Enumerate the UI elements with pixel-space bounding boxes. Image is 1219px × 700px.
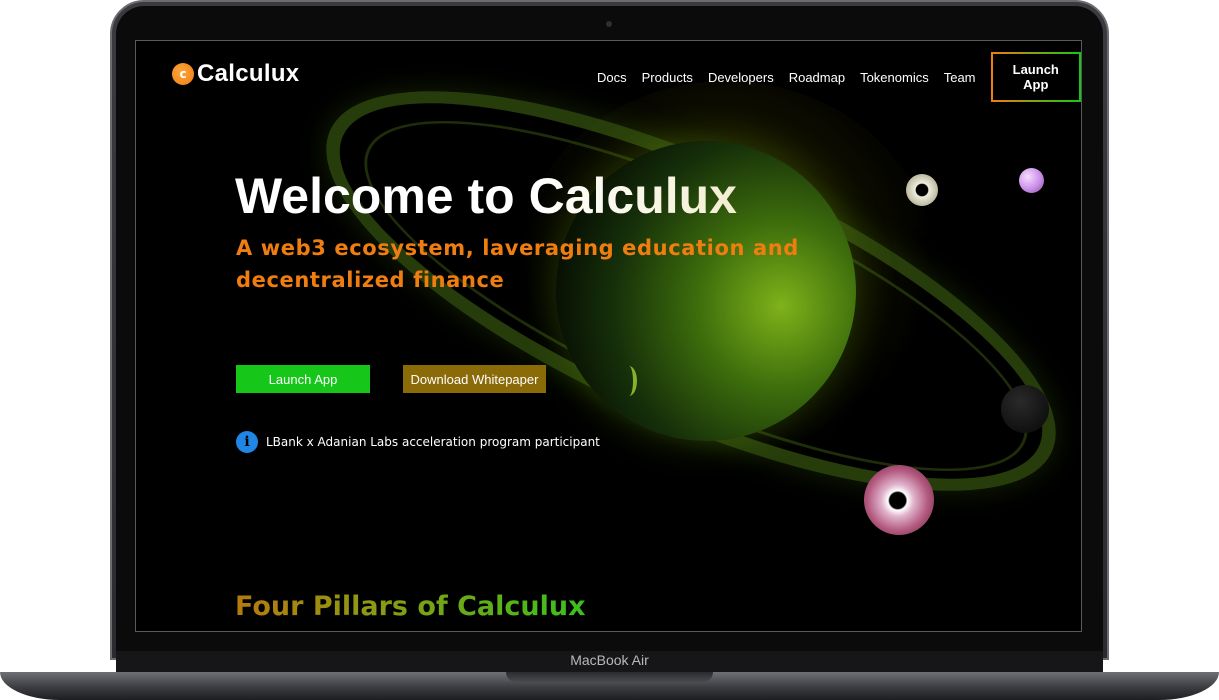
launch-app-button[interactable]: Launch App xyxy=(236,365,370,393)
logo-text: Calculux xyxy=(197,60,300,87)
nav-developers[interactable]: Developers xyxy=(708,70,774,85)
hero-subtitle: A web3 ecosystem, laveraging education a… xyxy=(236,236,799,292)
section-title: Four Pillars of Calculux xyxy=(235,591,586,622)
hero-title: Welcome to Calculux xyxy=(235,168,737,224)
nav-launch-app-button[interactable]: Launch App xyxy=(990,52,1081,102)
info-icon: i xyxy=(236,431,258,453)
nav-team[interactable]: Team xyxy=(944,70,976,85)
nav-roadmap[interactable]: Roadmap xyxy=(789,70,845,85)
laptop-notch xyxy=(506,672,713,682)
nav-products[interactable]: Products xyxy=(642,70,693,85)
program-notice: i LBank x Adanian Labs acceleration prog… xyxy=(236,431,600,453)
device-label: MacBook Air xyxy=(570,652,649,668)
sphere-dark-shape xyxy=(1001,385,1049,433)
camera-icon xyxy=(606,21,612,27)
nav-tokenomics[interactable]: Tokenomics xyxy=(860,70,929,85)
sphere-pink-shape xyxy=(1019,168,1044,193)
main-nav: Docs Products Developers Roadmap Tokenom… xyxy=(597,52,1081,102)
crescent-shape xyxy=(621,366,637,396)
download-whitepaper-button[interactable]: Download Whitepaper xyxy=(403,365,546,393)
notice-text: LBank x Adanian Labs acceleration progra… xyxy=(266,435,600,449)
site-logo[interactable]: c Calculux xyxy=(172,60,299,88)
screen: c Calculux Docs Products Developers Road… xyxy=(135,40,1082,632)
nav-docs[interactable]: Docs xyxy=(597,70,627,85)
calculux-logo-icon: c xyxy=(172,63,194,85)
